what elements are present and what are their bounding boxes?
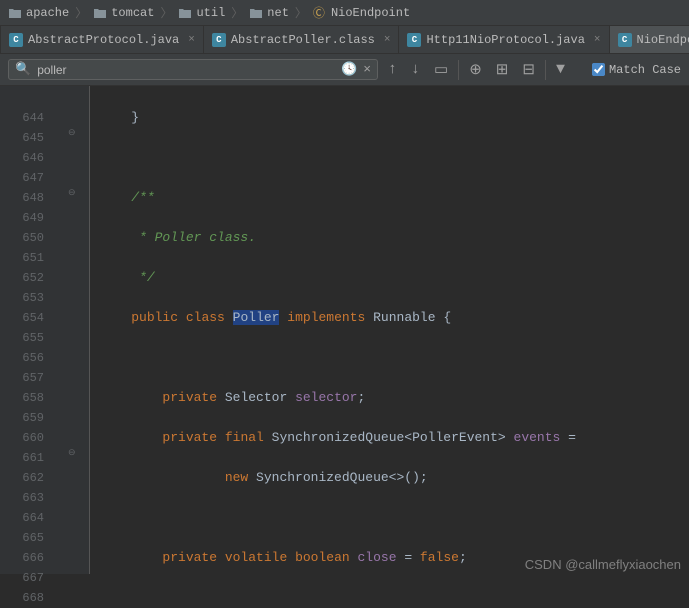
breadcrumb-item[interactable]: util xyxy=(196,6,225,20)
folder-icon xyxy=(93,7,107,19)
code-area[interactable]: } /** * Poller class. */ public class Po… xyxy=(90,86,689,574)
next-occurrence-button[interactable]: ↓ xyxy=(407,61,424,78)
tab-abstractpoller[interactable]: C AbstractPoller.class × xyxy=(204,26,400,53)
folder-icon xyxy=(8,7,22,19)
fold-toggle-icon[interactable]: ⊖ xyxy=(68,188,76,198)
breadcrumb-item[interactable]: apache xyxy=(26,6,69,20)
search-icon: 🔍 xyxy=(15,62,31,77)
breadcrumb-item[interactable]: net xyxy=(267,6,289,20)
search-input[interactable] xyxy=(37,63,335,77)
search-input-wrapper[interactable]: 🔍 🕓 × xyxy=(8,59,378,80)
close-icon[interactable]: × xyxy=(384,34,391,46)
find-toolbar: 🔍 🕓 × ↑ ↓ ▭ ⊕ ⊞ ⊟ ▼ Match Case xyxy=(0,54,689,86)
breadcrumb-current[interactable]: NioEndpoint xyxy=(331,6,410,20)
select-all-button[interactable]: ▭ xyxy=(430,60,452,79)
chevron-right-icon: 〉 xyxy=(160,4,172,21)
clear-icon[interactable]: × xyxy=(363,62,371,77)
tab-nioendpoint[interactable]: C NioEndpoint.java × xyxy=(610,26,689,53)
chevron-right-icon: 〉 xyxy=(295,4,307,21)
folder-icon xyxy=(178,7,192,19)
chevron-right-icon: 〉 xyxy=(231,4,243,21)
class-icon: Ⓒ xyxy=(313,4,325,21)
select-all-occurrences-button[interactable]: ⊞ xyxy=(492,60,513,79)
tab-abstractprotocol[interactable]: C AbstractProtocol.java × xyxy=(1,26,204,53)
editor: 644 645 646 647 648 649 650 651 652 653 … xyxy=(0,86,689,574)
history-icon[interactable]: 🕓 xyxy=(341,62,357,77)
tab-label: AbstractProtocol.java xyxy=(28,33,179,47)
breadcrumb: apache 〉 tomcat 〉 util 〉 net 〉 Ⓒ NioEndp… xyxy=(0,0,689,26)
breadcrumb-item[interactable]: tomcat xyxy=(111,6,154,20)
fold-toggle-icon[interactable]: ⊖ xyxy=(68,448,76,458)
java-file-icon: C xyxy=(9,33,23,47)
tab-label: NioEndpoint.java xyxy=(637,33,689,47)
filter-icon[interactable]: ▼ xyxy=(552,61,569,78)
watermark: CSDN @callmeflyxiaochen xyxy=(525,557,681,572)
tab-http11nioprotocol[interactable]: C Http11NioProtocol.java × xyxy=(399,26,609,53)
match-case-checkbox[interactable]: Match Case xyxy=(592,63,681,77)
close-icon[interactable]: × xyxy=(594,34,601,46)
fold-toggle-icon[interactable]: ⊖ xyxy=(68,128,76,138)
java-file-icon: C xyxy=(407,33,421,47)
prev-occurrence-button[interactable]: ↑ xyxy=(384,61,401,78)
java-file-icon: C xyxy=(618,33,632,47)
tab-label: Http11NioProtocol.java xyxy=(426,33,584,47)
remove-selection-button[interactable]: ⊟ xyxy=(518,60,539,79)
fold-gutter: ⊖ ⊖ ⊖ xyxy=(62,86,90,574)
chevron-right-icon: 〉 xyxy=(75,4,87,21)
add-selection-button[interactable]: ⊕ xyxy=(465,60,486,79)
tab-label: AbstractPoller.class xyxy=(231,33,375,47)
editor-tabs: C AbstractProtocol.java × C AbstractPoll… xyxy=(0,26,689,54)
line-number-gutter: 644 645 646 647 648 649 650 651 652 653 … xyxy=(0,86,62,574)
java-file-icon: C xyxy=(212,33,226,47)
close-icon[interactable]: × xyxy=(188,34,195,46)
folder-icon xyxy=(249,7,263,19)
